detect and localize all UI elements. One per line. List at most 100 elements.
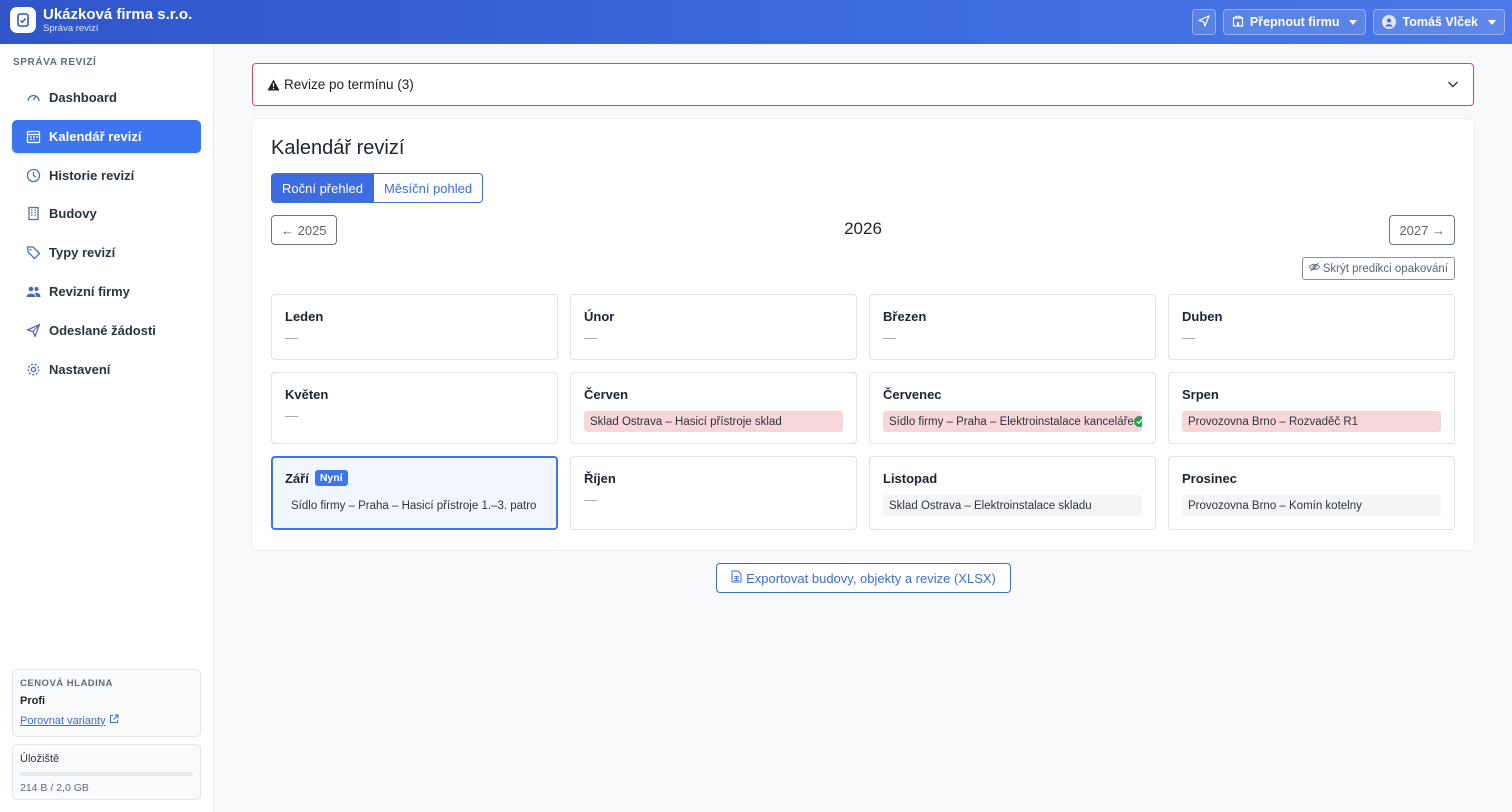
building-icon bbox=[25, 206, 41, 222]
plan-heading: CENOVÁ HLADINA bbox=[20, 678, 114, 689]
overdue-alert-label: Revize po termínu (3) bbox=[284, 77, 414, 92]
month-name: Prosinec bbox=[1182, 470, 1237, 486]
pricing-plan-box: CENOVÁ HLADINA Profi Porovnat varianty bbox=[12, 669, 201, 737]
compare-plans-label: Porovnat varianty bbox=[20, 714, 106, 727]
app-logo-icon bbox=[10, 7, 36, 34]
sidebar-item-calendar[interactable]: Kalendář revizí bbox=[12, 119, 201, 153]
compare-plans-link[interactable]: Porovnat varianty bbox=[20, 714, 193, 727]
check-circle-icon bbox=[1133, 416, 1142, 427]
view-switcher: Roční přehled Měsíční pohled bbox=[271, 173, 484, 203]
month-name: Listopad bbox=[883, 470, 938, 486]
user-avatar-icon bbox=[1382, 15, 1397, 29]
month-name: Září Nyní bbox=[285, 470, 544, 486]
empty-marker: — bbox=[1182, 330, 1195, 345]
revision-item-label: Sídlo firmy – Praha – Elektroinstalace k… bbox=[889, 415, 1134, 428]
sidebar-item-dashboard[interactable]: Dashboard bbox=[12, 81, 201, 114]
top-bar: Ukázková firma s.r.o. Správa revizí Přep… bbox=[0, 0, 1512, 44]
empty-marker: — bbox=[883, 330, 896, 345]
sidebar-item-revision-companies[interactable]: Revizní firmy bbox=[12, 275, 201, 308]
month-card-february[interactable]: Únor — bbox=[570, 294, 857, 360]
revision-item-overdue[interactable]: Provozovna Brno – Rozvaděč R1 bbox=[1182, 411, 1441, 432]
calendar-card: Kalendář revizí Roční přehled Měsíční po… bbox=[252, 119, 1474, 550]
revision-item-planned[interactable]: Sídlo firmy – Praha – Hasicí přístroje 1… bbox=[285, 495, 544, 516]
chevron-down-icon bbox=[1349, 19, 1358, 25]
sidebar-item-label: Historie revizí bbox=[49, 167, 135, 183]
calendar-icon bbox=[25, 128, 41, 144]
eye-slash-icon bbox=[1308, 262, 1320, 275]
tags-icon bbox=[25, 245, 41, 261]
month-card-july[interactable]: Červenec Sídlo firmy – Praha – Elektroin… bbox=[869, 372, 1156, 444]
month-name: Březen bbox=[883, 308, 927, 324]
sidebar-item-label: Odeslané žádosti bbox=[49, 322, 156, 338]
hide-prediction-label: Skrýt predikci opakování bbox=[1322, 262, 1448, 275]
company-name: Ukázková firma s.r.o. bbox=[43, 6, 193, 23]
month-card-october[interactable]: Říjen — bbox=[570, 456, 857, 530]
sidebar-item-sent-requests[interactable]: Odeslané žádosti bbox=[12, 314, 201, 347]
export-label: Exportovat budovy, objekty a revize (XLS… bbox=[746, 570, 996, 586]
month-card-june[interactable]: Červen Sklad Ostrava – Hasicí přístroje … bbox=[570, 372, 857, 444]
months-grid: Leden — Únor — Březen — Duben — Květen —… bbox=[271, 294, 1456, 530]
revision-item-planned[interactable]: Provozovna Brno – Komín kotelny bbox=[1182, 495, 1441, 516]
month-name: Srpen bbox=[1182, 386, 1219, 402]
month-card-may[interactable]: Květen — bbox=[271, 372, 558, 444]
user-menu-button[interactable]: Tomáš Vlček bbox=[1373, 9, 1505, 35]
tab-monthly-view[interactable]: Měsíční pohled bbox=[373, 173, 484, 203]
people-icon bbox=[25, 283, 41, 299]
paper-plane-icon bbox=[1198, 14, 1210, 30]
empty-marker: — bbox=[285, 330, 298, 345]
revision-item-overdue[interactable]: Sídlo firmy – Praha – Elektroinstalace k… bbox=[883, 411, 1142, 432]
send-icon bbox=[25, 322, 41, 338]
switch-company-button[interactable]: Přepnout firmu bbox=[1222, 9, 1367, 35]
storage-value: 214 B / 2,0 GB bbox=[20, 782, 89, 794]
sidebar-item-revision-types[interactable]: Typy revizí bbox=[12, 236, 201, 269]
sidebar-item-settings[interactable]: Nastavení bbox=[12, 353, 201, 386]
month-card-march[interactable]: Březen — bbox=[869, 294, 1156, 360]
sidebar-item-history[interactable]: Historie revizí bbox=[12, 159, 201, 192]
plan-name: Profi bbox=[20, 695, 46, 707]
overdue-revisions-alert[interactable]: Revize po termínu (3) bbox=[252, 63, 1474, 106]
clock-icon bbox=[25, 167, 41, 183]
send-request-button[interactable] bbox=[1191, 9, 1216, 35]
tab-yearly-overview[interactable]: Roční přehled bbox=[271, 173, 374, 203]
file-spreadsheet-icon bbox=[731, 570, 742, 586]
storage-label: Úložiště bbox=[20, 753, 60, 765]
revision-item-overdue[interactable]: Sklad Ostrava – Hasicí přístroje sklad bbox=[584, 411, 843, 432]
empty-marker: — bbox=[285, 408, 298, 423]
sidebar-item-label: Revizní firmy bbox=[49, 283, 130, 299]
month-name: Květen bbox=[285, 386, 329, 402]
month-name: Leden bbox=[285, 308, 324, 324]
empty-marker: — bbox=[584, 492, 597, 507]
month-name: Říjen bbox=[584, 470, 616, 486]
month-name: Červenec bbox=[883, 386, 942, 402]
brand[interactable]: Ukázková firma s.r.o. Správa revizí bbox=[10, 7, 192, 34]
page-title: Kalendář revizí bbox=[271, 137, 405, 159]
month-name: Únor bbox=[584, 308, 615, 324]
next-year-button[interactable]: 2027 → bbox=[1389, 215, 1455, 245]
empty-marker: — bbox=[584, 330, 597, 345]
hide-prediction-button[interactable]: Skrýt predikci opakování bbox=[1301, 257, 1455, 280]
external-link-icon bbox=[109, 714, 119, 727]
month-card-september[interactable]: Září Nyní Sídlo firmy – Praha – Hasicí p… bbox=[271, 456, 558, 530]
month-card-november[interactable]: Listopad Sklad Ostrava – Elektroinstalac… bbox=[869, 456, 1156, 530]
month-card-january[interactable]: Leden — bbox=[271, 294, 558, 360]
storage-progress-bar bbox=[20, 772, 193, 776]
gauge-icon bbox=[25, 90, 41, 106]
sidebar-item-label: Budovy bbox=[49, 206, 97, 222]
building-icon bbox=[1232, 14, 1244, 30]
sidebar-item-label: Typy revizí bbox=[49, 245, 116, 261]
app-subtitle: Správa revizí bbox=[43, 23, 99, 34]
sidebar: SPRÁVA REVIZÍ Dashboard Kalendář revizí … bbox=[0, 44, 214, 812]
sidebar-item-label: Dashboard bbox=[49, 90, 117, 105]
month-name: Červen bbox=[584, 386, 629, 402]
sidebar-item-buildings[interactable]: Budovy bbox=[12, 197, 201, 230]
month-card-august[interactable]: Srpen Provozovna Brno – Rozvaděč R1 bbox=[1168, 372, 1455, 444]
switch-company-label: Přepnout firmu bbox=[1249, 15, 1340, 29]
sidebar-item-label: Kalendář revizí bbox=[49, 128, 142, 144]
sidebar-item-label: Nastavení bbox=[49, 361, 111, 377]
storage-box: Úložiště 214 B / 2,0 GB bbox=[12, 744, 201, 800]
month-card-december[interactable]: Prosinec Provozovna Brno – Komín kotelny bbox=[1168, 456, 1455, 530]
chevron-down-icon bbox=[1488, 19, 1496, 25]
month-card-april[interactable]: Duben — bbox=[1168, 294, 1455, 360]
export-xlsx-button[interactable]: Exportovat budovy, objekty a revize (XLS… bbox=[716, 563, 1011, 593]
revision-item-planned[interactable]: Sklad Ostrava – Elektroinstalace skladu bbox=[883, 495, 1142, 516]
